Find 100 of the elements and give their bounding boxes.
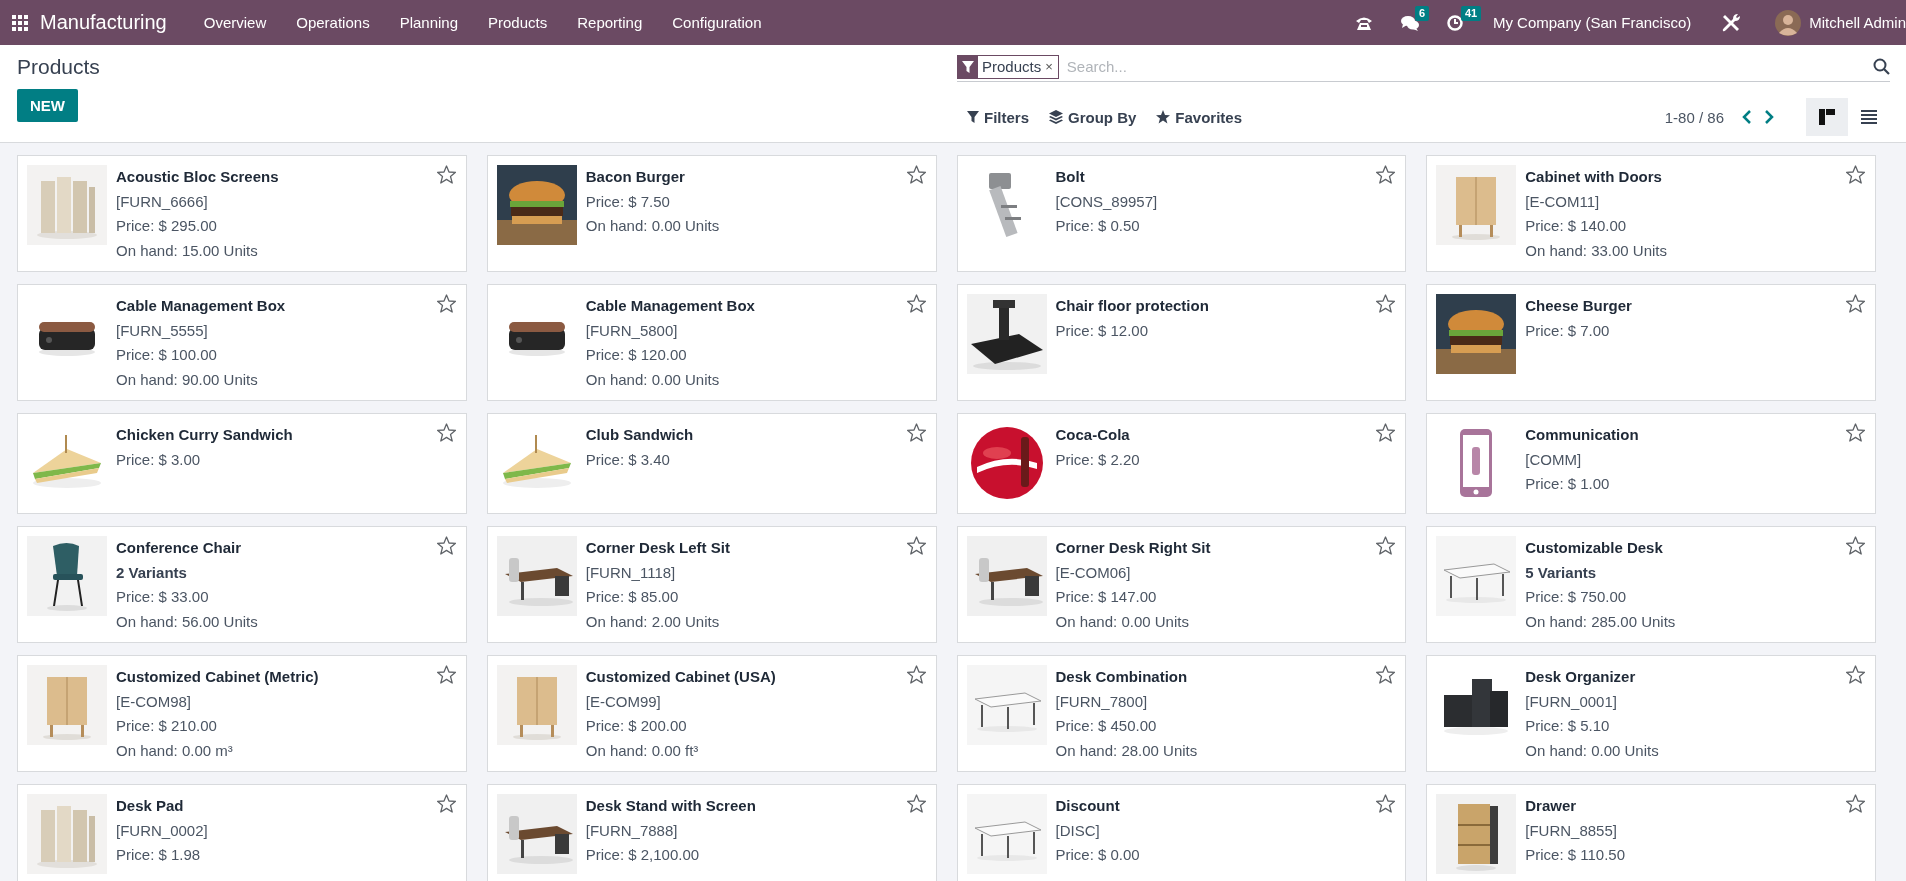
product-card[interactable]: Acoustic Bloc Screens [FURN_6666] Price: $ 295.00 On hand: 15.00 Units [17,155,467,272]
on-hand-quantity: On hand: 2.00 Units [585,611,721,632]
product-price: Price: $ 2.20 [1055,449,1141,470]
product-price: Price: $ 210.00 [116,716,218,736]
product-price: Price: $ 5.10 [1525,716,1611,736]
user-menu[interactable]: Mitchell Admin [1809,14,1906,31]
pager-value[interactable]: 1-80 / 86 [1664,108,1724,126]
star-icon[interactable] [1376,294,1396,313]
product-card[interactable]: Desk Organizer [FURN_0001] Price: $ 5.10 On hand: 0.00 Units [1426,655,1876,772]
star-icon[interactable] [1376,665,1396,684]
product-name: Customized Cabinet (Metric) [116,667,320,687]
product-reference: [E-COM99] [585,691,662,712]
star-icon[interactable] [1846,165,1865,184]
product-name: Discount [1055,796,1121,816]
toolbar-button[interactable]: Favorites [1156,104,1243,130]
star-icon[interactable] [906,294,926,313]
product-card[interactable]: Customized Cabinet (Metric) [E-COM98] Price: $ 210.00 On hand: 0.00 m³ [17,655,467,772]
product-card[interactable]: Desk Combination [FURN_7800] Price: $ 450.00 On hand: 28.00 Units [956,655,1407,772]
product-name: Coca-Cola [1055,425,1131,445]
product-card[interactable]: Desk Stand with Screen [FURN_7888] Price: $ 2,100.00 [486,784,937,881]
star-icon[interactable] [906,423,926,442]
product-card[interactable]: Desk Pad [FURN_0002] Price: $ 1.98 [17,784,467,881]
star-icon[interactable] [1846,665,1865,684]
product-card[interactable]: Corner Desk Right Sit [E-COM06] Price: $ 147.00 On hand: 0.00 Units [956,526,1407,643]
star-icon[interactable] [436,423,456,442]
company-switcher[interactable]: My Company (San Francisco) [1492,14,1692,31]
clock-icon[interactable] [1446,14,1463,31]
product-card[interactable]: Corner Desk Left Sit [FURN_1118] Price: $ 85.00 On hand: 2.00 Units [486,526,937,643]
avatar-icon[interactable] [1775,9,1802,36]
product-card[interactable]: Chair floor protection Price: $ 12.00 [956,284,1407,401]
product-price: Price: $ 33.00 [116,587,210,607]
star-icon[interactable] [1376,794,1396,813]
product-card[interactable]: Cable Management Box [FURN_5555] Price: $ 100.00 On hand: 90.00 Units [17,284,467,401]
star-icon[interactable] [436,294,456,313]
product-card[interactable]: Communication [COMM] Price: $ 1.00 [1426,413,1876,514]
app-title[interactable]: Manufacturing [40,11,167,34]
product-card[interactable]: Cheese Burger Price: $ 7.00 [1426,284,1876,401]
chat-icon[interactable] [1400,14,1419,31]
menu-item[interactable]: Reporting [577,14,643,31]
facet-remove-button[interactable]: × [1045,55,1058,78]
star-icon[interactable] [436,165,456,184]
product-card[interactable]: Customized Cabinet (USA) [E-COM99] Price: $ 200.00 On hand: 0.00 ft³ [486,655,937,772]
product-card[interactable]: Coca-Cola Price: $ 2.20 [956,413,1407,514]
view-switch-button[interactable] [1806,98,1848,136]
toolbar-button[interactable]: Group By [1049,104,1137,130]
toolbar-button[interactable]: Filters [967,104,1029,130]
menu-item[interactable]: Products [488,14,548,31]
on-hand-quantity: On hand: 33.00 Units [1525,240,1668,261]
product-card[interactable]: Conference Chair 2 Variants Price: $ 33.00 On hand: 56.00 Units [17,526,467,643]
product-price: Price: $ 295.00 [116,216,218,236]
product-name: Bolt [1055,167,1086,187]
product-card[interactable]: Chicken Curry Sandwich Price: $ 3.00 [17,413,467,514]
on-hand-quantity: On hand: 0.00 Units [1055,611,1190,632]
product-price: Price: $ 1.98 [116,845,202,865]
product-card[interactable]: Drawer [FURN_8855] Price: $ 110.50 [1426,784,1876,881]
star-icon[interactable] [1846,794,1865,813]
star-icon[interactable] [1376,165,1396,184]
product-price: Price: $ 3.40 [585,449,671,470]
menu-item[interactable]: Configuration [672,14,762,31]
on-hand-quantity: On hand: 15.00 Units [116,240,259,261]
product-reference: [COMM] [1525,449,1583,470]
product-reference: [FURN_8855] [1525,820,1618,841]
star-icon[interactable] [906,536,926,555]
product-price: Price: $ 85.00 [585,587,680,607]
product-name: Drawer [1525,796,1578,816]
star-icon[interactable] [1846,294,1865,313]
product-card[interactable]: Bolt [CONS_89957] Price: $ 0.50 [956,155,1407,272]
product-card[interactable]: Club Sandwich Price: $ 3.40 [486,413,937,514]
star-icon[interactable] [1376,423,1396,442]
star-icon[interactable] [1376,536,1396,555]
product-name: Conference Chair [116,538,243,558]
product-price: Price: $ 147.00 [1055,587,1158,607]
star-icon[interactable] [906,165,926,184]
product-card[interactable]: Discount [DISC] Price: $ 0.00 [956,784,1407,881]
star-icon[interactable] [436,536,456,555]
product-price: Price: $ 200.00 [585,716,688,736]
product-card[interactable]: Cabinet with Doors [E-COM11] Price: $ 140.00 On hand: 33.00 Units [1426,155,1876,272]
star-icon[interactable] [436,794,456,813]
product-name: Cable Management Box [585,296,756,316]
new-button[interactable]: NEW [17,89,78,122]
product-card[interactable]: Cable Management Box [FURN_5800] Price: $ 120.00 On hand: 0.00 Units [486,284,937,401]
star-icon[interactable] [436,665,456,684]
star-icon[interactable] [906,665,926,684]
previous-icon[interactable] [1742,110,1752,124]
menu-item[interactable]: Overview [203,14,267,31]
product-card[interactable]: Bacon Burger Price: $ 7.50 On hand: 0.00 Units [486,155,937,272]
tools-icon[interactable] [1721,12,1742,33]
product-name: Acoustic Bloc Screens [116,167,280,187]
product-price: Price: $ 12.00 [1055,320,1150,341]
apps-menu-icon[interactable] [12,14,28,31]
product-price: Price: $ 7.00 [1525,320,1611,341]
star-icon[interactable] [906,794,926,813]
menu-item[interactable]: Operations [296,14,370,31]
star-icon[interactable] [1846,423,1865,442]
search-icon[interactable] [1873,58,1890,75]
on-hand-quantity: On hand: 0.00 Units [1525,740,1660,761]
product-card[interactable]: Customizable Desk 5 Variants Price: $ 750.00 On hand: 285.00 Units [1426,526,1876,643]
menu-item[interactable]: Planning [399,14,459,31]
star-icon[interactable] [1846,536,1865,555]
next-icon[interactable] [1764,110,1774,124]
